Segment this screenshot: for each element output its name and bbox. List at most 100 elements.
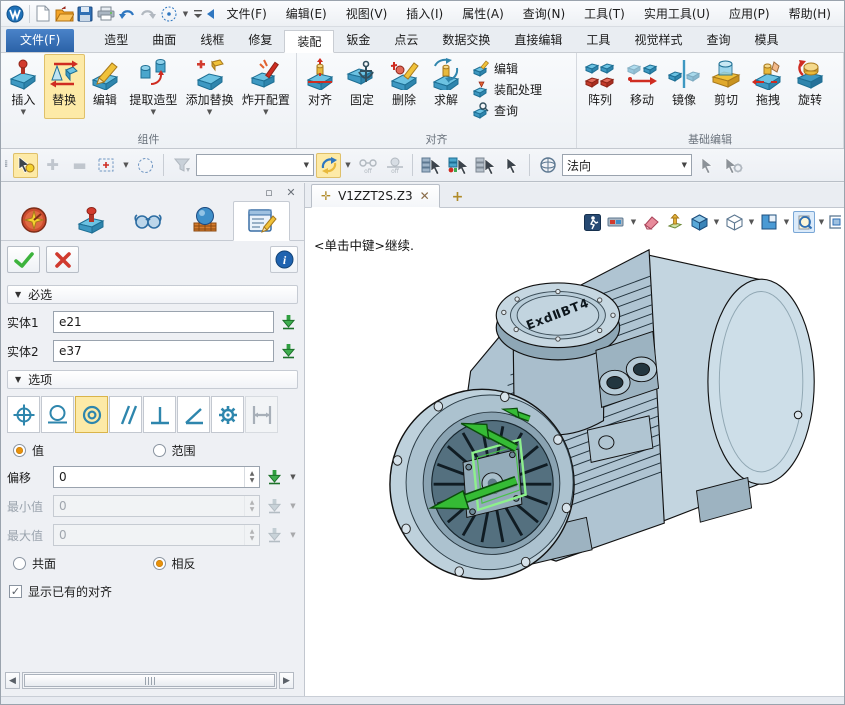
min-input[interactable]: 0 ▲▼	[53, 495, 260, 517]
tab-visibility[interactable]	[119, 200, 176, 240]
window-pick-button[interactable]	[94, 153, 119, 178]
scroll-track[interactable]	[22, 672, 277, 689]
pick-direction-button[interactable]	[694, 153, 719, 178]
menu-inquire[interactable]: 查询(N)	[514, 3, 574, 25]
new-file-button[interactable]	[34, 3, 54, 25]
fix-button[interactable]: 固定	[341, 54, 383, 119]
menu-help[interactable]: 帮助(H)	[780, 3, 840, 25]
tab-surface[interactable]: 曲面	[140, 29, 188, 52]
new-tab-button[interactable]: +	[452, 189, 464, 207]
constraint-off-icon[interactable]: off	[355, 153, 380, 178]
assembly-process-button[interactable]: 装配处理	[473, 81, 542, 98]
pick-settings-button[interactable]	[721, 153, 746, 178]
constraint-tangent-button[interactable]	[41, 396, 74, 433]
open-file-button[interactable]	[55, 3, 75, 25]
lasso-pick-button[interactable]	[133, 153, 158, 178]
insert-component-button[interactable]: 插入▼	[3, 54, 44, 119]
scroll-thumb[interactable]	[24, 674, 275, 687]
tab-wireframe[interactable]: 线框	[188, 29, 236, 52]
entity1-input[interactable]: e21	[53, 311, 274, 333]
menu-file[interactable]: 文件(F)	[217, 3, 275, 25]
motor-model[interactable]: ExdⅡBT4	[305, 208, 844, 675]
pattern-button[interactable]: 阵列	[579, 54, 621, 119]
offset-spinner[interactable]: ▲▼	[244, 467, 259, 487]
move-component-button[interactable]: 移动	[621, 54, 663, 119]
offset-dropdown[interactable]: ▼	[288, 473, 298, 481]
tab-close-icon[interactable]: ✕	[420, 189, 430, 203]
radio-value[interactable]: 值	[13, 442, 153, 459]
align-button[interactable]: 对齐	[299, 54, 341, 119]
print-button[interactable]	[96, 3, 116, 25]
pick-loop-button[interactable]	[316, 153, 341, 178]
constraint-parallel-button[interactable]	[109, 396, 142, 433]
drag-component-button[interactable]: 拖拽	[747, 54, 789, 119]
radio-coplanar[interactable]: 共面	[13, 555, 153, 572]
tab-dataexchange[interactable]: 数据交换	[430, 29, 502, 52]
add-replace-button[interactable]: 添加替换▼	[182, 54, 238, 119]
add-pick-button[interactable]: ✚	[40, 153, 65, 178]
offset-input[interactable]: 0 ▲▼	[53, 466, 260, 488]
customize-toolbar-button[interactable]	[192, 3, 204, 25]
max-pick-button[interactable]	[264, 524, 284, 546]
tab-assembly[interactable]: 装配	[284, 30, 334, 53]
info-button[interactable]: i	[270, 246, 298, 273]
ok-button[interactable]	[7, 246, 40, 273]
constraint-concentric-button[interactable]	[75, 396, 108, 433]
entity2-pick-button[interactable]	[278, 340, 298, 362]
menu-utilities[interactable]: 实用工具(U)	[635, 3, 719, 25]
menu-insert[interactable]: 插入(I)	[397, 3, 452, 25]
model-canvas[interactable]: ▼ ▼ ▼	[305, 208, 844, 696]
max-input[interactable]: 0 ▲▼	[53, 524, 260, 546]
smart-pick-button[interactable]	[13, 153, 38, 178]
direction-combobox[interactable]: 法向▼	[562, 154, 692, 176]
tab-shape[interactable]: 造型	[92, 29, 140, 52]
pick-loop-dropdown[interactable]: ▼	[343, 161, 353, 169]
toolbar-grip[interactable]: ⁞⁞	[4, 162, 11, 168]
entity2-input[interactable]: e37	[53, 340, 274, 362]
tab-pointcloud[interactable]: 点云	[382, 29, 430, 52]
min-pick-button[interactable]	[264, 495, 284, 517]
constraint-coincident-button[interactable]	[7, 396, 40, 433]
document-tab[interactable]: ✛ V1ZZT2S.Z3 ✕	[311, 184, 440, 208]
cut-component-button[interactable]: 剪切	[705, 54, 747, 119]
scroll-left-button[interactable]: ◀	[5, 672, 20, 689]
offset-pick-button[interactable]	[264, 466, 284, 488]
tab-inquire[interactable]: 查询	[694, 29, 742, 52]
pick-target-button[interactable]	[159, 3, 179, 25]
radio-range[interactable]: 范围	[153, 442, 293, 459]
cancel-button[interactable]	[46, 246, 79, 273]
menu-applications[interactable]: 应用(P)	[720, 3, 779, 25]
pick-cursor-button[interactable]	[499, 153, 524, 178]
min-spinner[interactable]: ▲▼	[244, 496, 259, 516]
tab-repair[interactable]: 修复	[236, 29, 284, 52]
panel-float-button[interactable]: ▫	[262, 186, 276, 199]
delete-constraint-button[interactable]: 删除	[383, 54, 425, 119]
constraint-perpendicular-button[interactable]	[143, 396, 176, 433]
tab-manager[interactable]	[5, 200, 62, 240]
solve-button[interactable]: 求解	[425, 54, 467, 119]
tab-directedit[interactable]: 直接编辑	[502, 29, 574, 52]
filter-button[interactable]	[169, 153, 194, 178]
constraint-gear-button[interactable]	[211, 396, 244, 433]
constraint-angle-button[interactable]	[177, 396, 210, 433]
rotate-component-button[interactable]: 旋转	[789, 54, 831, 119]
save-button[interactable]	[75, 3, 95, 25]
menu-view[interactable]: 视图(V)	[337, 3, 397, 25]
explode-config-button[interactable]: 炸开配置▼	[238, 54, 294, 119]
max-dropdown[interactable]: ▼	[288, 531, 298, 539]
redo-button[interactable]	[138, 3, 158, 25]
menu-edit[interactable]: 编辑(E)	[277, 3, 336, 25]
pick-target-dropdown[interactable]: ▼	[180, 3, 192, 25]
menu-tools[interactable]: 工具(T)	[575, 3, 634, 25]
section-required[interactable]: ▼ 必选	[7, 285, 298, 304]
tab-visualstyle[interactable]: 视觉样式	[622, 29, 694, 52]
radio-opposite[interactable]: 相反	[153, 555, 293, 572]
edit-component-button[interactable]: 编辑	[85, 54, 126, 119]
tab-sheetmetal[interactable]: 钣金	[334, 29, 382, 52]
section-options[interactable]: ▼ 选项	[7, 370, 298, 389]
filter-combobox[interactable]: ▼	[196, 154, 314, 176]
show-existing-checkbox[interactable]: ✓	[9, 585, 22, 598]
edit-constraint-button[interactable]: 编辑	[473, 60, 542, 77]
tab-command-form[interactable]	[233, 201, 290, 241]
window-pick-dropdown[interactable]: ▼	[121, 161, 131, 169]
